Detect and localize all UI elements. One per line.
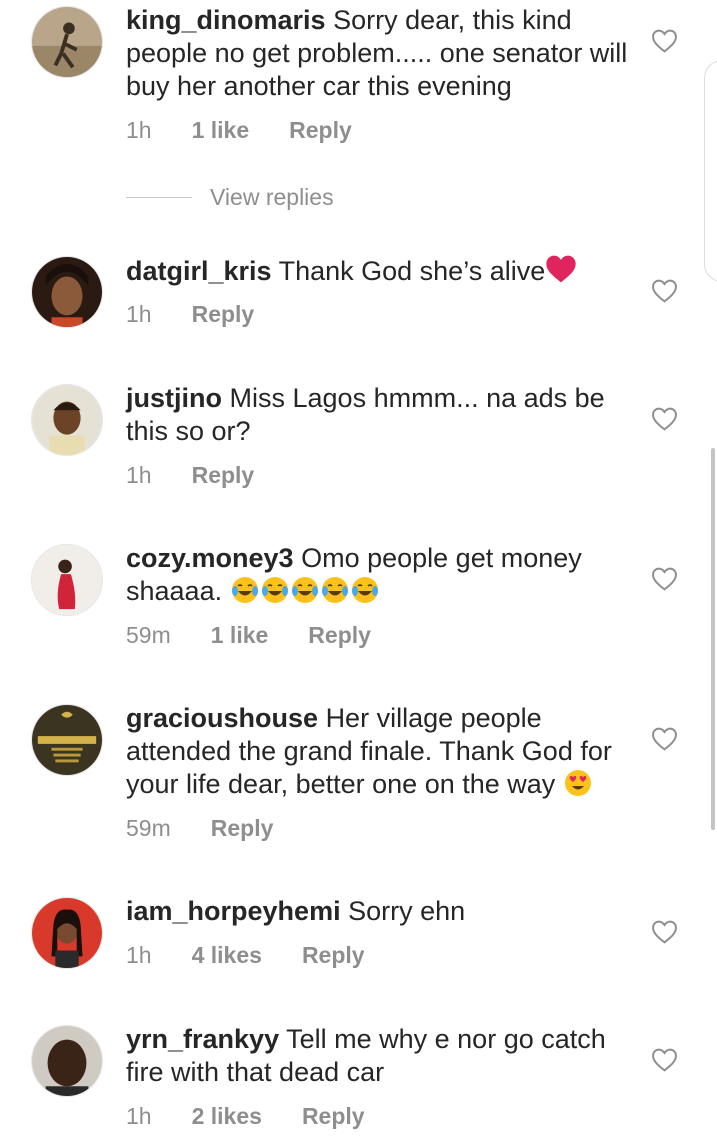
comment-meta: 59m Reply: [126, 815, 273, 842]
comment-meta: 59m 1 like Reply: [126, 622, 371, 649]
reply-button[interactable]: Reply: [192, 301, 255, 328]
tears-of-joy-emoji: [290, 575, 320, 605]
comment-meta: 1h Reply: [126, 301, 254, 328]
heart-outline-icon[interactable]: [651, 567, 678, 591]
comment-time: 1h: [126, 117, 152, 143]
comment-text: Thank God she’s alive: [278, 256, 546, 286]
heart-outline-icon[interactable]: [651, 920, 678, 944]
heart-outline-icon[interactable]: [651, 727, 678, 751]
view-replies-divider: [126, 197, 192, 198]
heart-outline-icon[interactable]: [651, 29, 678, 53]
avatar[interactable]: [31, 704, 103, 776]
comment-username[interactable]: cozy.money3: [126, 543, 294, 573]
comment-text: Sorry ehn: [348, 896, 466, 926]
reply-button[interactable]: Reply: [302, 942, 365, 969]
comment-likes[interactable]: 4 likes: [192, 942, 262, 969]
comment-body: yrn_frankyy Tell me why e nor go catch f…: [126, 1023, 636, 1089]
avatar[interactable]: [31, 544, 103, 616]
scrollbar[interactable]: [711, 448, 715, 830]
reply-button[interactable]: Reply: [302, 1103, 365, 1130]
comment-body: cozy.money3 Omo people get money shaaaa.: [126, 542, 636, 608]
tears-of-joy-emoji: [230, 575, 260, 605]
comment-time: 1h: [126, 1103, 152, 1129]
comment-body: datgirl_kris Thank God she’s alive: [126, 254, 636, 288]
comment-time: 1h: [126, 462, 152, 488]
avatar[interactable]: [31, 6, 103, 78]
view-replies-label[interactable]: View replies: [210, 184, 334, 211]
view-replies[interactable]: View replies: [126, 184, 334, 211]
reply-button[interactable]: Reply: [211, 815, 274, 842]
comment-body: justjino Miss Lagos hmmm... na ads be th…: [126, 382, 636, 448]
comment-time: 59m: [126, 622, 171, 648]
heart-eyes-emoji: [563, 768, 593, 798]
comment-body: king_dinomaris Sorry dear, this kind peo…: [126, 4, 636, 103]
comment-likes[interactable]: 1 like: [211, 622, 269, 649]
heart-outline-icon[interactable]: [651, 1048, 678, 1072]
red-heart-emoji: [545, 254, 577, 284]
comment-time: 59m: [126, 815, 171, 841]
comment-likes[interactable]: 1 like: [192, 117, 250, 144]
comment-username[interactable]: iam_horpeyhemi: [126, 896, 341, 926]
heart-outline-icon[interactable]: [651, 407, 678, 431]
comment-meta: 1h Reply: [126, 462, 254, 489]
avatar[interactable]: [31, 256, 103, 328]
comment-time: 1h: [126, 942, 152, 968]
reply-button[interactable]: Reply: [308, 622, 371, 649]
reply-button[interactable]: Reply: [192, 462, 255, 489]
comment-username[interactable]: justjino: [126, 383, 222, 413]
comment-likes[interactable]: 2 likes: [192, 1103, 262, 1130]
heart-outline-icon[interactable]: [651, 279, 678, 303]
tears-of-joy-emoji: [260, 575, 290, 605]
comment-username[interactable]: gracioushouse: [126, 703, 318, 733]
side-panel-edge: [704, 60, 717, 282]
avatar[interactable]: [31, 1025, 103, 1097]
reply-button[interactable]: Reply: [289, 117, 352, 144]
avatar[interactable]: [31, 384, 103, 456]
avatar[interactable]: [31, 897, 103, 969]
comment-username[interactable]: yrn_frankyy: [126, 1024, 279, 1054]
tears-of-joy-emoji: [320, 575, 350, 605]
comment-meta: 1h 4 likes Reply: [126, 942, 365, 969]
comment-time: 1h: [126, 301, 152, 327]
comment-body: iam_horpeyhemi Sorry ehn: [126, 895, 636, 928]
comment-body: gracioushouse Her village people attende…: [126, 702, 636, 801]
comment-username[interactable]: king_dinomaris: [126, 5, 326, 35]
tears-of-joy-emoji: [350, 575, 380, 605]
comment-username[interactable]: datgirl_kris: [126, 256, 272, 286]
comment-meta: 1h 2 likes Reply: [126, 1103, 365, 1130]
comment-meta: 1h 1 like Reply: [126, 117, 352, 144]
